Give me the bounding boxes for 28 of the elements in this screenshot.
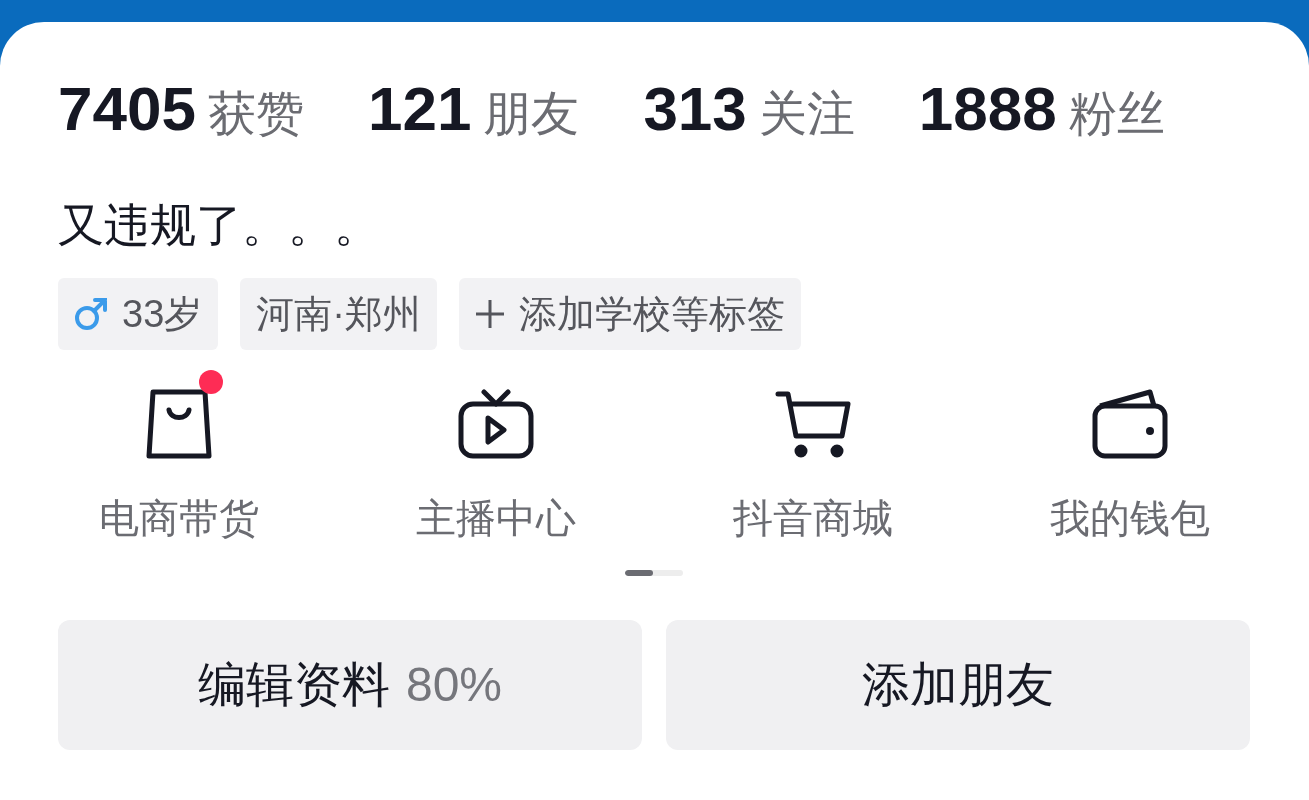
bio-text: 又违规了。。。: [58, 202, 381, 248]
profile-button[interactable]: 添加朋友: [666, 620, 1250, 750]
stat-item[interactable]: 1888 粉丝: [918, 78, 1165, 140]
shortcut-label: 主播中心: [415, 498, 576, 538]
stat-item[interactable]: 313 关注: [643, 78, 855, 140]
shortcut-item[interactable]: 抖音商城: [654, 364, 972, 538]
wallet-icon: [1092, 388, 1169, 460]
shopping-bag-icon: [144, 388, 213, 460]
shortcut-item[interactable]: 主播中心: [337, 364, 655, 538]
stat-item[interactable]: 7405 获赞: [58, 78, 304, 140]
profile-completion: 80%: [405, 657, 503, 713]
button-label: 编辑资料: [197, 657, 390, 713]
page-indicator: [625, 570, 683, 576]
tag-text: 33岁: [122, 291, 203, 337]
tag-text: 河南·郑州: [256, 291, 421, 337]
profile-button[interactable]: 编辑资料 80%: [58, 620, 642, 750]
male-icon: [74, 297, 108, 331]
shortcut-item[interactable]: 我的钱包: [971, 364, 1289, 538]
button-label: 添加朋友: [862, 657, 1054, 713]
tv-play-icon: [457, 388, 534, 460]
stat-item[interactable]: 121 朋友: [367, 78, 580, 140]
shortcut-label: 电商带货: [98, 498, 259, 538]
shortcut-item[interactable]: 电商带货: [20, 364, 338, 538]
plus-icon: [474, 299, 505, 329]
shortcut-label: 抖音商城: [733, 498, 894, 538]
shortcut-label: 我的钱包: [1050, 498, 1211, 538]
tag-text: 添加学校等标签: [518, 291, 785, 337]
profile-tag[interactable]: 添加学校等标签: [458, 278, 801, 350]
